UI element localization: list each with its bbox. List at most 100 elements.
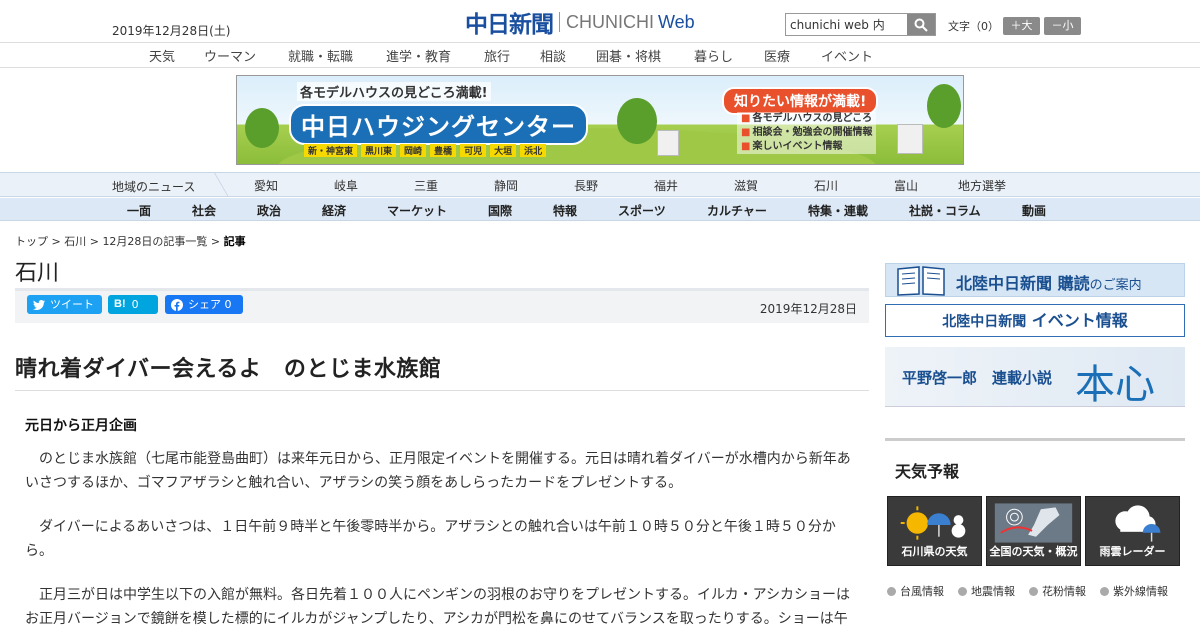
service-nav-item[interactable]: ウーマン xyxy=(204,46,256,65)
ishikawa-weather-label: 石川県の天気 xyxy=(901,545,968,558)
category-nav: 一面 社会 政治 経済 マーケット 国際 特報 スポーツ カルチャー 特集・連載… xyxy=(0,198,1200,221)
earthquake-link[interactable]: 地震情報 xyxy=(958,583,1015,599)
facebook-share-button[interactable]: シェア 0 xyxy=(165,295,243,314)
weather-divider xyxy=(885,438,1185,441)
typhoon-link[interactable]: 台風情報 xyxy=(887,583,944,599)
service-nav-item[interactable]: 天気 xyxy=(149,46,175,65)
house-icon xyxy=(657,130,679,156)
category-item[interactable]: 社会 xyxy=(192,202,216,219)
banner-places: 新・神宮東 黒川東 岡崎 豊橋 可児 大垣 浜北 xyxy=(304,144,550,157)
logo-japanese: 中日新聞 xyxy=(465,11,554,38)
banner-point: 相談会・勉強会の開催情報 xyxy=(741,126,872,140)
breadcrumb: トップ > 石川 > 12月28日の記事一覧 > 記事 xyxy=(15,233,246,249)
service-nav-item[interactable]: 進学・教育 xyxy=(386,46,451,65)
category-item[interactable]: 特報 xyxy=(553,202,577,219)
service-nav-item[interactable]: イベント xyxy=(821,46,873,65)
region-item[interactable]: 静岡 xyxy=(494,177,518,194)
weather-links: 台風情報 地震情報 花粉情報 紫外線情報 xyxy=(887,583,1182,599)
search-input[interactable] xyxy=(786,14,908,35)
subscribe-banner[interactable]: 北陸中日新聞 購読のご案内 xyxy=(885,263,1185,297)
site-logo[interactable]: 中日新聞 CHUNICHI Web xyxy=(465,8,695,38)
banner-place: 浜北 xyxy=(520,144,547,157)
logo-separator xyxy=(559,12,560,32)
banner-place: 岡崎 xyxy=(400,144,427,157)
region-item[interactable]: 富山 xyxy=(894,177,918,194)
service-nav-item[interactable]: 暮らし xyxy=(694,46,733,65)
sun-umbrella-snowman-icon xyxy=(900,506,966,540)
font-size-label: 文字（0） xyxy=(948,20,999,33)
today-date: 2019年12月28日(土) xyxy=(112,24,231,38)
banner-place: 新・神宮東 xyxy=(304,144,358,157)
category-item[interactable]: 政治 xyxy=(257,202,281,219)
search-box xyxy=(785,13,936,36)
banner-place: 豊橋 xyxy=(430,144,457,157)
category-item[interactable]: マーケット xyxy=(387,202,447,219)
breadcrumb-separator: > xyxy=(48,235,65,248)
service-nav: 天気 ウーマン 就職・転職 進学・教育 旅行 相談 囲碁・将棋 暮らし 医療 イ… xyxy=(0,43,1200,68)
event-info-banner[interactable]: 北陸中日新聞 イベント情報 xyxy=(885,304,1185,337)
breadcrumb-pref[interactable]: 石川 xyxy=(64,235,86,248)
category-item[interactable]: 特集・連載 xyxy=(808,202,868,219)
font-larger-button[interactable]: ＋大 xyxy=(1003,17,1040,35)
article-paragraph: ダイバーによるあいさつは、１日午前９時半と午後零時半から。アザラシとの触れ合いは… xyxy=(25,519,836,559)
region-item[interactable]: 石川 xyxy=(814,177,838,194)
banner-point: 楽しいイベント情報 xyxy=(741,140,872,154)
national-weather-tile[interactable]: 全国の天気・概況 xyxy=(986,496,1081,566)
article-headline: 晴れ着ダイバー会えるよ のとじま水族館 xyxy=(15,357,442,382)
cloud-umbrella-icon xyxy=(1115,505,1161,542)
article-paragraph: のとじま水族館（七尾市能登島曲町）は来年元日から、正月限定イベントを開催する。元… xyxy=(25,451,851,491)
rain-radar-tile[interactable]: 雨雲レーダー xyxy=(1085,496,1180,566)
category-item[interactable]: 一面 xyxy=(127,202,151,219)
banner-line1: 各モデルハウスの見どころ満載! xyxy=(297,82,491,101)
category-item[interactable]: 国際 xyxy=(488,202,512,219)
serial-novel-banner[interactable]: 平野啓一郎 連載小説 本心 xyxy=(885,347,1185,408)
service-nav-item[interactable]: 相談 xyxy=(540,46,566,65)
newspaper-book-icon xyxy=(897,266,945,296)
category-item[interactable]: 社説・コラム xyxy=(909,202,981,219)
banner-place: 大垣 xyxy=(490,144,517,157)
category-item[interactable]: カルチャー xyxy=(707,202,767,219)
uv-link[interactable]: 紫外線情報 xyxy=(1100,583,1168,599)
service-nav-item[interactable]: 囲碁・将棋 xyxy=(596,46,661,65)
breadcrumb-list[interactable]: 12月28日の記事一覧 xyxy=(102,235,207,248)
housing-center-ad-banner[interactable]: 各モデルハウスの見どころ満載! 中日ハウジングセンター 新・神宮東 黒川東 岡崎… xyxy=(236,75,964,165)
facebook-label: シェア 0 xyxy=(188,298,232,311)
tree-icon xyxy=(617,98,657,144)
hatena-bookmark-button[interactable]: B! 0 xyxy=(108,295,158,314)
hatena-count: 0 xyxy=(131,298,139,311)
region-item[interactable]: 岐阜 xyxy=(334,177,358,194)
tweet-button[interactable]: ツイート xyxy=(27,295,102,314)
banner-tagline: 知りたい情報が満載! xyxy=(722,87,879,115)
event-info-label: イベント情報 xyxy=(1031,311,1128,330)
logo-english: CHUNICHI xyxy=(566,11,654,32)
ishikawa-weather-tile[interactable]: 石川県の天気 xyxy=(887,496,982,566)
service-nav-item[interactable]: 旅行 xyxy=(484,46,510,65)
article-date: 2019年12月28日 xyxy=(759,302,857,316)
region-item[interactable]: 地方選挙 xyxy=(958,177,1006,194)
tree-icon xyxy=(245,108,279,148)
house-icon xyxy=(897,124,923,154)
banner-points: 各モデルハウスの見どころ 相談会・勉強会の開催情報 楽しいイベント情報 xyxy=(737,112,877,154)
banner-title: 中日ハウジングセンター xyxy=(289,104,588,145)
pollen-link[interactable]: 花粉情報 xyxy=(1029,583,1086,599)
search-button[interactable] xyxy=(907,14,935,35)
region-item[interactable]: 愛知 xyxy=(254,177,278,194)
category-item[interactable]: 動画 xyxy=(1022,202,1046,219)
article-subhead: 元日から正月企画 xyxy=(25,418,137,434)
region-item[interactable]: 長野 xyxy=(574,177,598,194)
service-nav-item[interactable]: 医療 xyxy=(764,46,790,65)
breadcrumb-top[interactable]: トップ xyxy=(15,235,48,248)
region-item[interactable]: 三重 xyxy=(414,177,438,194)
breadcrumb-current: 記事 xyxy=(223,235,246,248)
tree-icon xyxy=(927,84,961,128)
twitter-icon xyxy=(33,299,45,310)
font-smaller-button[interactable]: －小 xyxy=(1044,17,1081,35)
category-item[interactable]: 経済 xyxy=(322,202,346,219)
region-item[interactable]: 滋賀 xyxy=(734,177,758,194)
service-nav-item[interactable]: 就職・転職 xyxy=(288,46,353,65)
article-paragraph: 正月三が日は中学生以下の入館が無料。各日先着１００人にペンギンの羽根のお守りをプ… xyxy=(25,587,851,627)
banner-point: 各モデルハウスの見どころ xyxy=(741,112,872,126)
category-item[interactable]: スポーツ xyxy=(618,202,666,219)
site-header: 2019年12月28日(土) 中日新聞 CHUNICHI Web 文字（0） ＋… xyxy=(0,0,1200,43)
region-item[interactable]: 福井 xyxy=(654,177,678,194)
